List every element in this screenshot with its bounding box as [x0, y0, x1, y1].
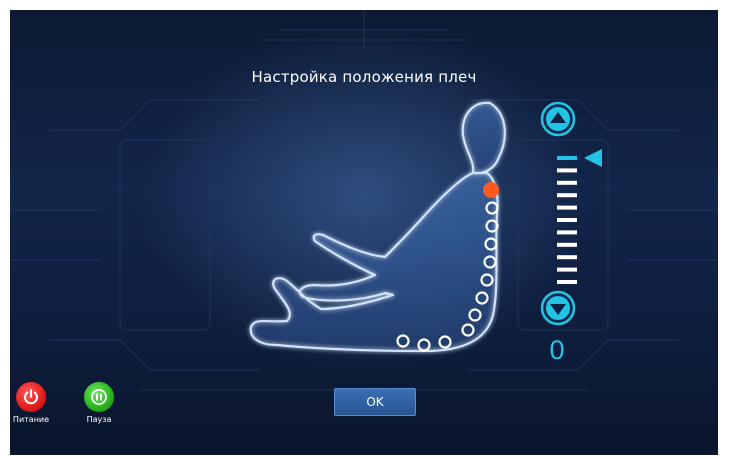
- pause-button[interactable]: Пауза: [77, 382, 121, 424]
- scale-bar: [557, 267, 577, 272]
- pause-icon: [91, 389, 107, 405]
- power-button[interactable]: Питание: [9, 382, 53, 424]
- active-spine-point: [483, 182, 499, 198]
- scale-bar: [557, 156, 577, 160]
- move-down-button[interactable]: [539, 289, 577, 327]
- ok-button[interactable]: OK: [334, 388, 416, 416]
- body-silhouette: [249, 101, 506, 353]
- scale-bar: [557, 242, 577, 247]
- page-title: Настройка положения плеч: [251, 68, 477, 86]
- level-value: 0: [549, 335, 565, 365]
- triangle-down-icon: [540, 290, 576, 326]
- scale-bar: [557, 255, 577, 260]
- pause-label: Пауза: [86, 415, 112, 424]
- power-label: Питание: [12, 415, 50, 424]
- scale-bar: [557, 205, 577, 210]
- scale-bar: [557, 180, 577, 185]
- level-scale: [557, 149, 602, 284]
- power-icon: [24, 389, 38, 405]
- scale-bar: [557, 230, 577, 235]
- scale-bar: [557, 193, 577, 198]
- triangle-left-icon: [584, 149, 602, 167]
- scale-bar: [557, 280, 577, 284]
- scale-bar: [557, 168, 577, 173]
- scale-bar: [557, 218, 577, 222]
